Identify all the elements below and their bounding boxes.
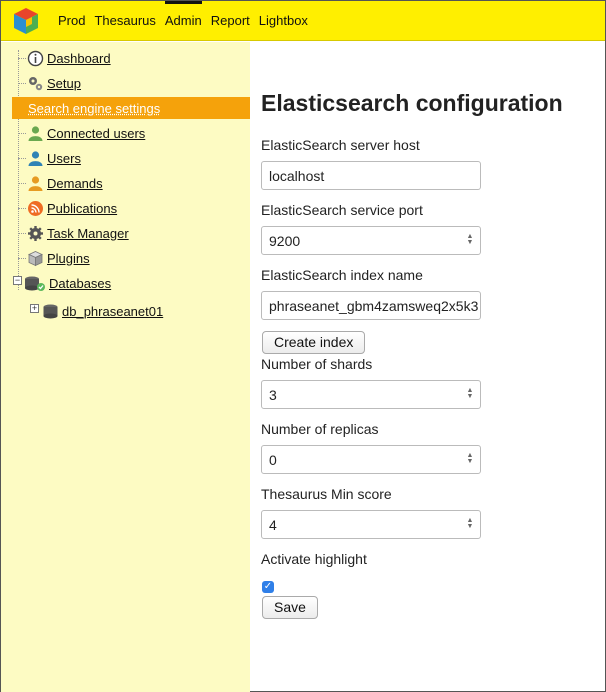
service-port-input[interactable]: 9200 ▲ ▼ (261, 226, 481, 255)
database-expand-toggle[interactable]: + (30, 304, 39, 313)
replicas-label: Number of replicas (261, 421, 379, 437)
top-menu: Prod Thesaurus Admin Report Lightbox (58, 1, 317, 41)
server-host-input[interactable]: localhost (261, 161, 481, 190)
sidebar-item-demands[interactable]: Demands (18, 172, 250, 194)
gear-icon (28, 225, 43, 241)
databases-collapse-toggle[interactable]: − (13, 276, 22, 285)
admin-sidebar: Dashboard Setup Search engine settings C… (1, 42, 250, 692)
sidebar-item-databases[interactable]: Databases (24, 272, 256, 294)
host-label: ElasticSearch server host (261, 137, 420, 153)
top-navigation-bar: Prod Thesaurus Admin Report Lightbox (1, 1, 605, 41)
min-score-label: Thesaurus Min score (261, 486, 392, 502)
sidebar-item-label[interactable]: db_phraseanet01 (62, 304, 163, 319)
shards-input[interactable]: 3 ▲ ▼ (261, 380, 481, 409)
sidebar-item-label[interactable]: Users (47, 151, 81, 166)
gears-icon (29, 76, 43, 90)
box-icon (28, 250, 43, 266)
phraseanet-logo[interactable] (13, 7, 39, 35)
menu-report[interactable]: Report (211, 1, 250, 41)
shards-label: Number of shards (261, 356, 373, 372)
spinner-arrows-icon[interactable]: ▲ ▼ (466, 452, 474, 466)
shards-value: 3 (269, 386, 277, 403)
highlight-label: Activate highlight (261, 551, 367, 567)
sidebar-item-label[interactable]: Publications (47, 201, 117, 216)
sidebar-item-plugins[interactable]: Plugins (18, 247, 250, 269)
menu-thesaurus[interactable]: Thesaurus (94, 1, 155, 41)
page-title: Elasticsearch configuration (261, 90, 563, 116)
menu-prod[interactable]: Prod (58, 1, 85, 41)
menu-lightbox[interactable]: Lightbox (259, 1, 308, 41)
sidebar-item-connected-users[interactable]: Connected users (18, 122, 250, 144)
create-index-button[interactable]: Create index (262, 331, 366, 354)
index-name-label: ElasticSearch index name (261, 267, 423, 283)
sidebar-item-task-manager[interactable]: Task Manager (18, 222, 250, 244)
min-score-value: 4 (269, 516, 277, 533)
service-port-value: 9200 (269, 232, 301, 249)
sidebar-item-label[interactable]: Setup (47, 76, 81, 91)
sidebar-item-label[interactable]: Demands (47, 176, 103, 191)
user-icon (28, 150, 43, 166)
sidebar-item-db-phraseanet01[interactable]: db_phraseanet01 (42, 300, 242, 322)
sidebar-item-label[interactable]: Connected users (47, 126, 145, 141)
database-icon (43, 304, 58, 318)
index-name-input[interactable]: phraseanet_gbm4zamsweq2x5k3 (261, 291, 481, 320)
sidebar-item-label[interactable]: Task Manager (47, 226, 129, 241)
min-score-input[interactable]: 4 ▲ ▼ (261, 510, 481, 539)
sidebar-item-dashboard[interactable]: Dashboard (18, 47, 250, 69)
sidebar-item-label[interactable]: Databases (49, 276, 111, 291)
sidebar-item-setup[interactable]: Setup (18, 72, 250, 94)
sidebar-item-label[interactable]: Search engine settings (28, 101, 160, 116)
sidebar-item-publications[interactable]: Publications (18, 197, 250, 219)
port-label: ElasticSearch service port (261, 202, 423, 218)
replicas-value: 0 (269, 451, 277, 468)
activate-highlight-checkbox[interactable]: ✓ (262, 581, 274, 593)
info-icon (27, 50, 44, 66)
spinner-arrows-icon[interactable]: ▲ ▼ (466, 517, 474, 531)
replicas-input[interactable]: 0 ▲ ▼ (261, 445, 481, 474)
database-icon (25, 276, 45, 291)
menu-admin[interactable]: Admin (164, 1, 202, 41)
spinner-arrows-icon[interactable]: ▲ ▼ (466, 387, 474, 401)
rss-icon (28, 200, 43, 216)
user-icon (28, 125, 43, 141)
sidebar-item-label[interactable]: Plugins (47, 251, 90, 266)
spinner-arrows-icon[interactable]: ▲ ▼ (466, 233, 474, 247)
sidebar-item-label[interactable]: Dashboard (47, 51, 111, 66)
user-icon (28, 175, 43, 191)
save-button[interactable]: Save (262, 596, 318, 619)
sidebar-item-search-engine-settings[interactable]: Search engine settings (12, 97, 250, 119)
sidebar-item-users[interactable]: Users (18, 147, 250, 169)
